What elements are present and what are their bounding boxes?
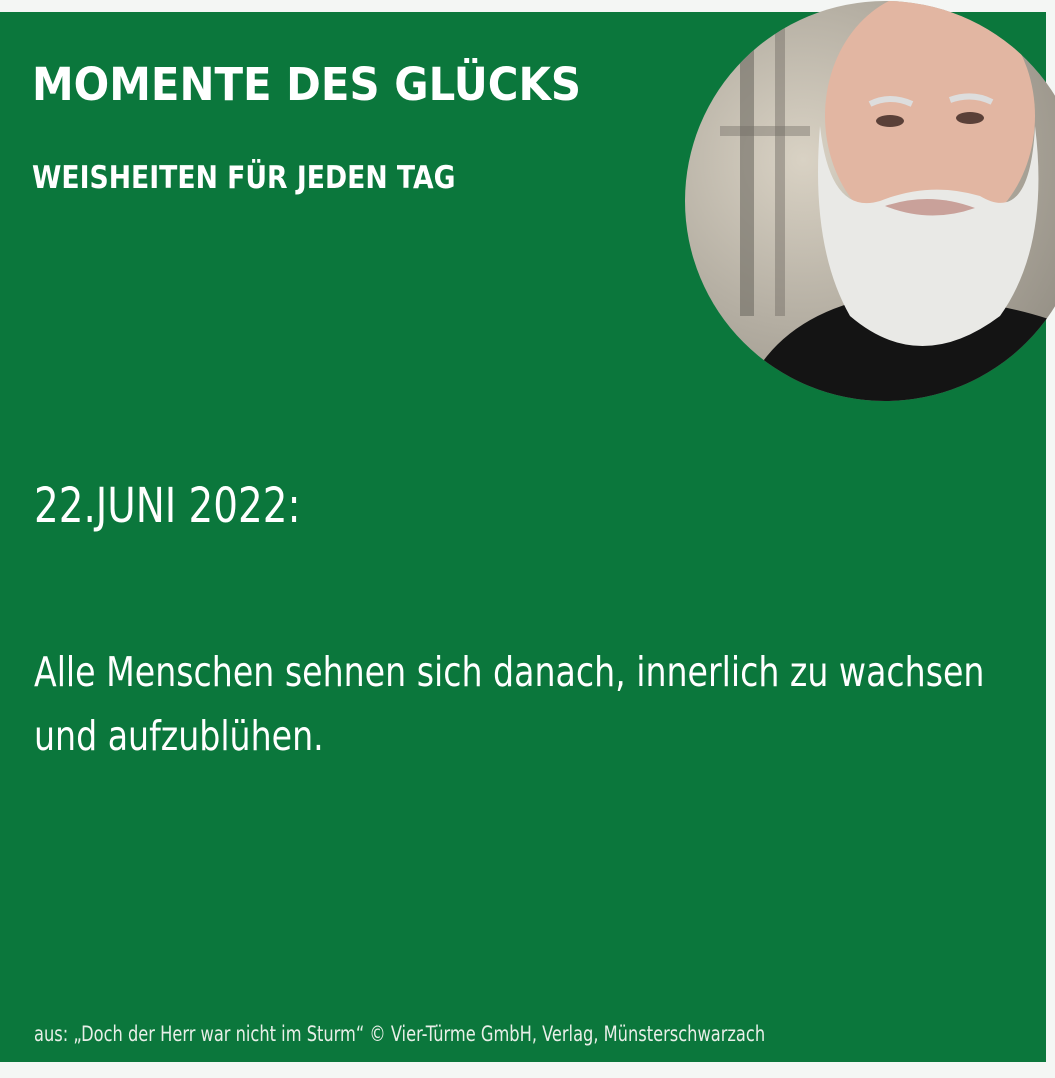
page-title: MOMENTE DES GLÜCKS [32, 58, 582, 111]
quote-text: Alle Menschen sehnen sich danach, innerl… [34, 648, 985, 760]
date-heading: 22.JUNI 2022: [34, 478, 301, 534]
source-credit: aus: „Doch der Herr war nicht im Sturm“ … [34, 1022, 766, 1046]
portrait-photo [685, 1, 1055, 401]
page-subtitle: WEISHEITEN FÜR JEDEN TAG [32, 160, 456, 196]
